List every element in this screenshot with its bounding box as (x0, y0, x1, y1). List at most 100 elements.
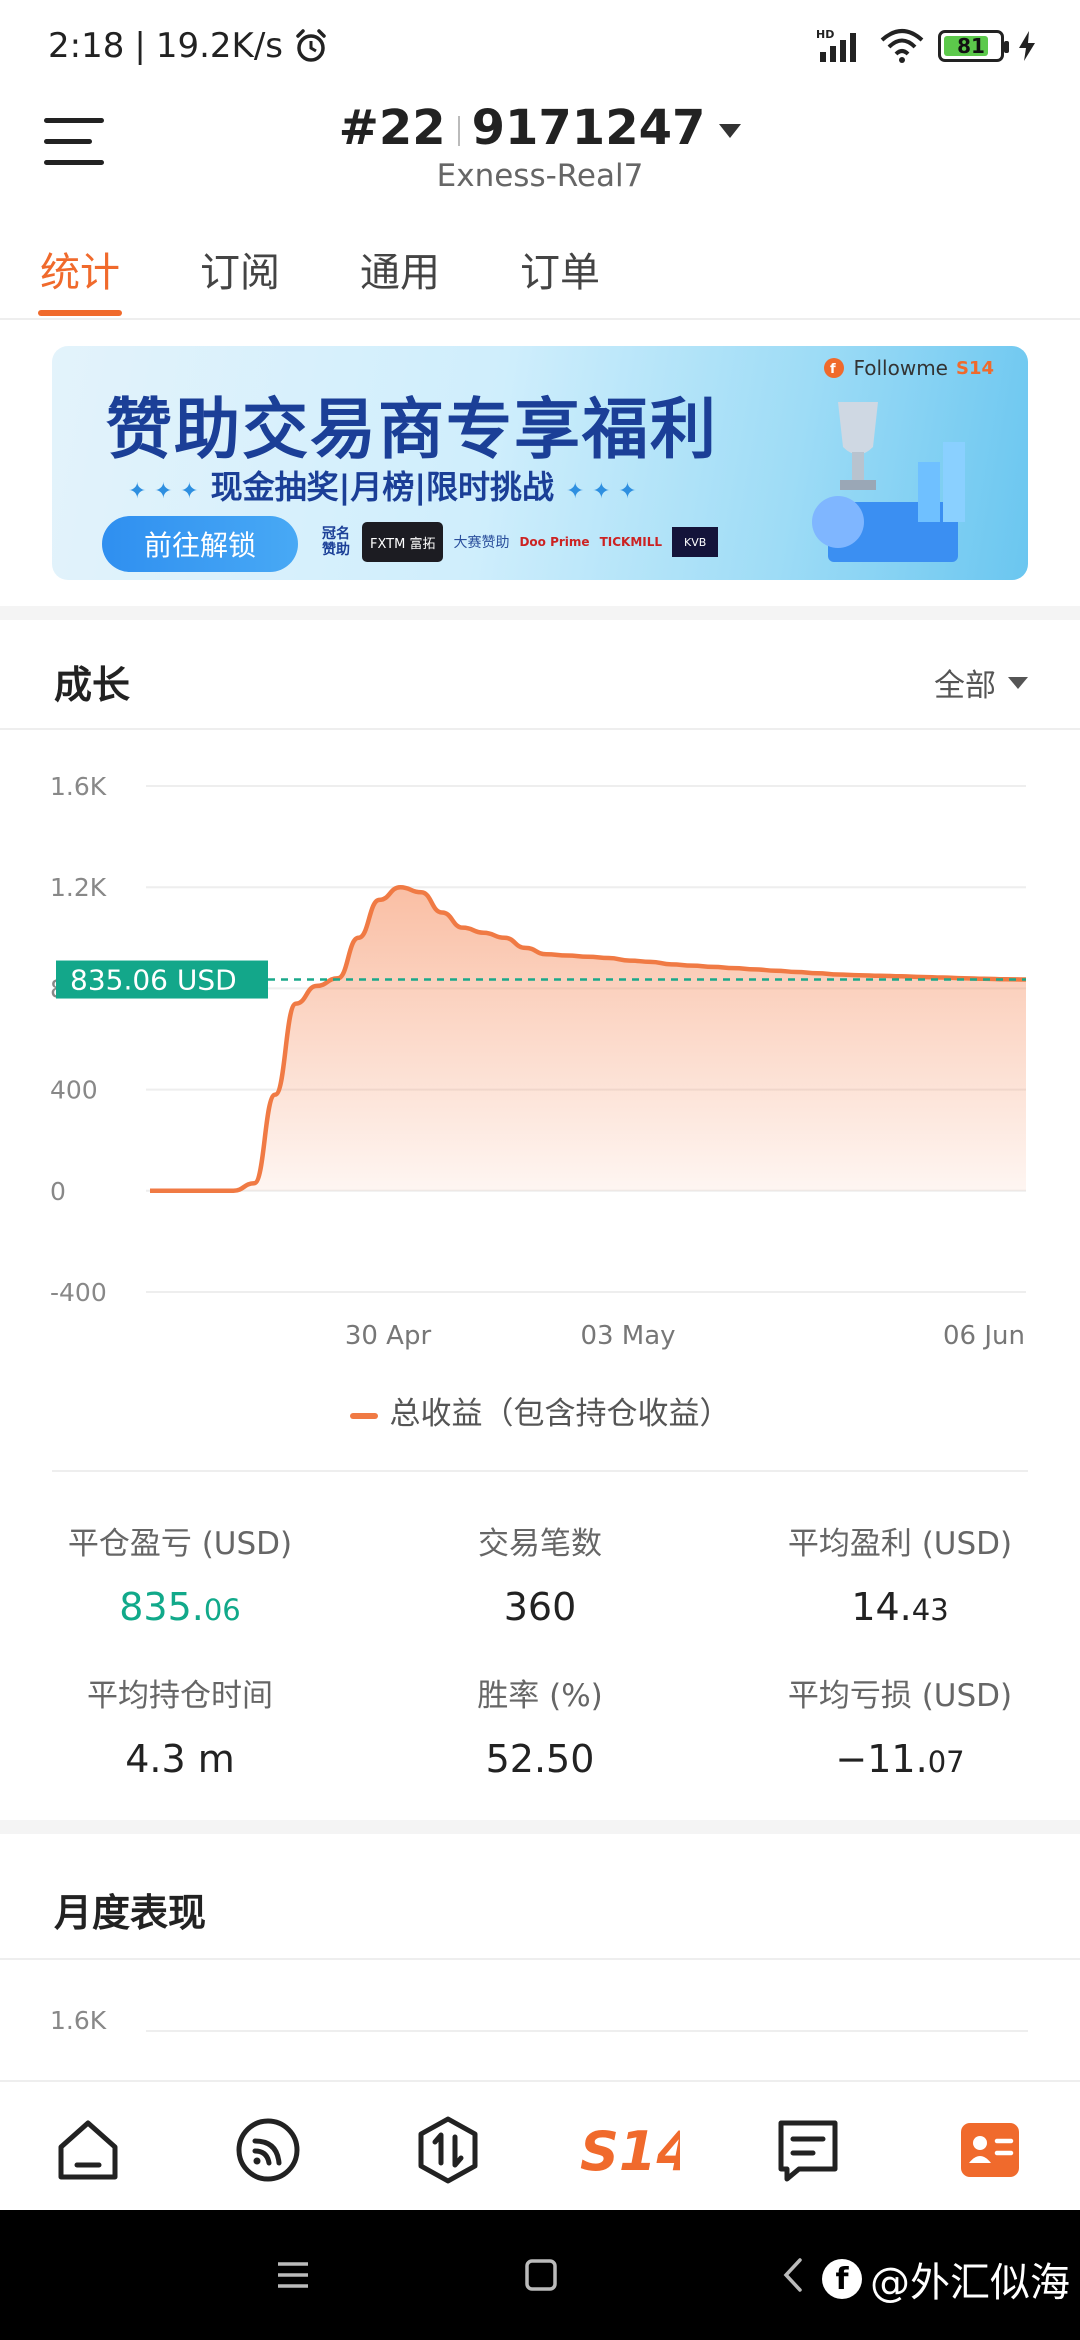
stat-value: 14.43 (851, 1585, 949, 1629)
trade-icon (418, 2116, 478, 2184)
monthly-axis-tick: 1.6K (50, 2006, 107, 2035)
tab-bar: 统计 订阅 通用 订单 (0, 230, 1080, 320)
stat-value: 52.50 (485, 1737, 595, 1781)
watermark: f @外汇似海 (822, 2250, 1070, 2308)
sparkle-icon: ✦ ✦ ✦ (128, 479, 199, 504)
chart-y-tick: -400 (50, 1278, 107, 1307)
tab-active-indicator (38, 310, 122, 316)
tab-subscribe[interactable]: 订阅 (200, 240, 280, 298)
signal-label: HD (816, 28, 834, 41)
tab-stats[interactable]: 统计 (40, 240, 120, 298)
sponsor-label-2: 大赛赞助 (453, 535, 510, 551)
banner-brand-tag: S14 (955, 357, 994, 379)
growth-chart: 1.6K1.2K8004000-40030 Apr03 May06 Jun835… (50, 772, 1027, 1351)
bottom-nav: S14 (0, 2080, 1080, 2210)
chart-x-tick: 03 May (580, 1321, 675, 1351)
sparkle-icon: ✦ ✦ ✦ (566, 479, 637, 504)
stat-label: 平仓盈亏 (USD) (67, 1526, 293, 1562)
section-gap (0, 1820, 1080, 1834)
status-bar: 2:18 | 19.2K/s HD 81 (0, 0, 1080, 96)
stat-value: 835.06 (119, 1585, 241, 1629)
profile-card-icon (961, 2123, 1019, 2177)
nav-trade[interactable] (408, 2110, 488, 2190)
followme-logo-icon: f (824, 358, 845, 378)
stat-value: 4.3 m (125, 1737, 235, 1781)
stat-label: 平均持仓时间 (87, 1678, 273, 1714)
stat-avg-loss: 平均亏损 (USD) −11.07 (720, 1670, 1080, 1781)
home-icon (58, 2120, 118, 2180)
account-selector[interactable]: #22 9171247 (0, 100, 1080, 156)
s14-logo: S14 (580, 2120, 680, 2180)
legend-swatch (349, 1412, 378, 1419)
banner-brand: f Followme S14 (823, 356, 994, 380)
banner-subtitle-row: ✦ ✦ ✦ 现金抽奖|月榜|限时挑战 ✦ ✦ ✦ (116, 462, 649, 508)
section-gap (0, 606, 1080, 620)
chart-area (150, 887, 1026, 1191)
recent-apps-icon[interactable] (276, 2258, 310, 2292)
system-nav-bar: f @外汇似海 (0, 2210, 1080, 2340)
sponsor-label: 冠名赞助 (322, 526, 350, 558)
account-number: 9171247 (471, 100, 706, 156)
banner-unlock-button[interactable]: 前往解锁 (102, 516, 298, 572)
account-separator (457, 116, 460, 146)
nav-profile[interactable] (950, 2110, 1030, 2190)
tab-general[interactable]: 通用 (360, 240, 440, 298)
nav-home[interactable] (48, 2110, 128, 2190)
facebook-icon: f (822, 2259, 862, 2299)
chart-x-tick: 06 Jun (943, 1321, 1025, 1351)
nav-s14[interactable]: S14 (580, 2110, 680, 2190)
sponsor-tickmill: TICKMILL (599, 535, 663, 549)
banner-subtitle: 现金抽奖|月榜|限时挑战 (210, 468, 555, 506)
charging-icon (1019, 31, 1035, 61)
battery-level: 81 (957, 34, 985, 58)
signal-icon: HD (816, 28, 856, 62)
s14-logo-text: S14 (580, 2120, 680, 2180)
banner-title: 赞助交易商专享福利 (106, 391, 718, 468)
status-time: 2:18 (48, 26, 125, 66)
watermark-text: @外汇似海 (870, 2260, 1070, 2306)
sponsor-kvb: KVB (672, 527, 719, 557)
sponsor-logo-fxtm: FXTM 富拓 (362, 522, 444, 562)
current-value-label: 835.06 USD (70, 964, 237, 997)
caret-down-icon (719, 124, 742, 138)
back-icon[interactable] (780, 2256, 806, 2294)
nav-messages[interactable] (768, 2110, 848, 2190)
tab-orders[interactable]: 订单 (520, 240, 600, 298)
stat-label: 平均亏损 (USD) (787, 1678, 1013, 1714)
chart-y-tick: 0 (50, 1177, 66, 1206)
stat-label: 交易笔数 (478, 1526, 602, 1562)
sponsor-row: 冠名赞助 FXTM 富拓 大赛赞助 Doo Prime TICKMILL KVB (322, 522, 719, 562)
stat-value: −11.07 (835, 1737, 965, 1781)
growth-title: 成长 (54, 663, 131, 707)
battery-icon: 81 (938, 30, 1009, 62)
stat-trade-count: 交易笔数 360 (360, 1518, 720, 1629)
chart-x-tick: 30 Apr (345, 1321, 432, 1351)
chart-y-tick: 1.2K (50, 873, 107, 902)
chart-legend: 总收益（包含持仓收益） (0, 1388, 1080, 1433)
battery-cap (1004, 41, 1009, 53)
status-left: 2:18 | 19.2K/s (48, 26, 329, 66)
status-net-speed: 19.2K/s (155, 26, 283, 66)
trophy-illustration-icon (812, 402, 965, 562)
nav-feed[interactable] (228, 2110, 308, 2190)
divider (52, 1470, 1028, 1472)
monthly-gridline (146, 2030, 1028, 2032)
stat-value: 360 (503, 1585, 577, 1629)
promo-banner[interactable]: f Followme S14 赞助交易商专享福利 ✦ ✦ ✦ 现金抽奖|月榜|限时… (52, 346, 1028, 580)
stat-win-rate: 胜率 (%) 52.50 (360, 1670, 720, 1781)
monthly-header: 月度表现 (0, 1848, 1080, 1960)
feed-icon (236, 2118, 300, 2182)
legend-label: 总收益（包含持仓收益） (389, 1396, 731, 1432)
status-right: HD 81 (816, 28, 1036, 64)
status-separator: | (134, 26, 146, 66)
svg-text:f: f (830, 362, 836, 377)
stat-closed-pnl: 平仓盈亏 (USD) 835.06 (0, 1518, 360, 1629)
chart-y-tick: 400 (50, 1076, 98, 1105)
range-value: 全部 (934, 668, 996, 704)
account-prefix: #22 (338, 100, 446, 156)
home-button-icon[interactable] (524, 2258, 558, 2292)
sponsor-doo-prime: Doo Prime (519, 535, 590, 549)
range-dropdown[interactable]: 全部 (934, 660, 1028, 705)
caret-down-icon (1008, 676, 1028, 689)
banner-brand-name: Followme (853, 356, 948, 380)
